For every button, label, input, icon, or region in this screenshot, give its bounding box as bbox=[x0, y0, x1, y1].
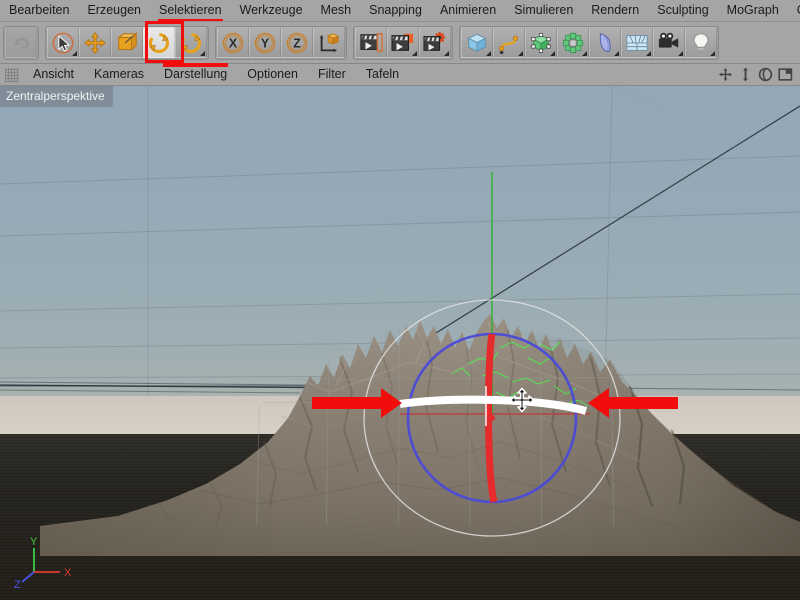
toolbar-button-scale[interactable] bbox=[111, 27, 143, 58]
toolbar-button-render-view[interactable] bbox=[355, 27, 387, 58]
menu-item-animieren[interactable]: Animieren bbox=[431, 0, 505, 21]
move-icon bbox=[83, 31, 107, 55]
toolbar-button-z-axis[interactable]: Z bbox=[281, 27, 313, 58]
axis-label-x: X bbox=[64, 567, 72, 579]
cinema4d-window: Bearbeiten Erzeugen Selektieren Werkzeuge Me… bbox=[0, 0, 800, 600]
perspective-viewport[interactable]: Zentralperspektive Y X Z bbox=[0, 86, 800, 600]
toolbar-group-render-tools bbox=[353, 25, 453, 60]
toolbar-group-axis-lock: X Y Z bbox=[215, 25, 347, 60]
menu-item-snapping[interactable]: Snapping bbox=[360, 0, 431, 21]
toolbar-button-camera[interactable] bbox=[653, 27, 685, 58]
toolbar-button-move[interactable] bbox=[79, 27, 111, 58]
submenu-triangle-icon[interactable] bbox=[646, 51, 651, 56]
viewport-menu-bar: Ansicht Kameras Darstellung Optionen Filter T… bbox=[0, 63, 800, 86]
menu-item-mesh[interactable]: Mesh bbox=[312, 0, 361, 21]
axis-label-y: Y bbox=[30, 536, 38, 548]
move-cursor-icon bbox=[509, 387, 535, 413]
toolbar-button-render-picture-viewer[interactable] bbox=[387, 27, 419, 58]
submenu-triangle-icon[interactable] bbox=[678, 51, 683, 56]
z-axis-icon: Z bbox=[285, 31, 309, 55]
submenu-triangle-icon[interactable] bbox=[486, 51, 491, 56]
toolbar-button-deformer[interactable] bbox=[589, 27, 621, 58]
viewport-control-icons bbox=[718, 67, 800, 82]
toolbar-button-select-arrow[interactable] bbox=[47, 27, 79, 58]
toolbar-button-render-settings[interactable] bbox=[419, 27, 451, 58]
gizmo-center-dot bbox=[489, 415, 495, 421]
toolbar-button-spline[interactable] bbox=[493, 27, 525, 58]
toolbar-button-undo bbox=[5, 27, 37, 58]
toolbar-button-environment[interactable] bbox=[621, 27, 653, 58]
submenu-triangle-icon[interactable] bbox=[444, 51, 449, 56]
pan-view-icon[interactable] bbox=[718, 67, 733, 82]
menu-item-simulieren[interactable]: Simulieren bbox=[505, 0, 582, 21]
submenu-triangle-icon[interactable] bbox=[550, 51, 555, 56]
toolbar-button-nurbs-generator[interactable] bbox=[525, 27, 557, 58]
toolbar-button-y-axis[interactable]: Y bbox=[249, 27, 281, 58]
submenu-triangle-icon[interactable] bbox=[710, 51, 715, 56]
terrain-landscape-object bbox=[40, 314, 800, 556]
menu-item-mograph[interactable]: MoGraph bbox=[718, 0, 788, 21]
menu-item-rendern[interactable]: Rendern bbox=[582, 0, 648, 21]
scale-icon bbox=[115, 31, 139, 55]
menu-item-werkzeuge[interactable]: Werkzeuge bbox=[231, 0, 312, 21]
submenu-triangle-icon[interactable] bbox=[614, 51, 619, 56]
toolbar-button-rotate-alt[interactable] bbox=[175, 27, 207, 58]
menu-item-erzeugen[interactable]: Erzeugen bbox=[78, 0, 150, 21]
toolbar-button-cube-primitive[interactable] bbox=[461, 27, 493, 58]
viewport-menu-kameras[interactable]: Kameras bbox=[84, 64, 154, 85]
toolbar-button-world-object-coords[interactable] bbox=[313, 27, 345, 58]
menu-item-selektieren[interactable]: Selektieren bbox=[150, 0, 231, 21]
menu-item-sculpting[interactable]: Sculpting bbox=[648, 0, 717, 21]
toolbar-button-array-generator[interactable] bbox=[557, 27, 589, 58]
svg-text:Z: Z bbox=[293, 36, 301, 50]
viewport-menu-darstellung[interactable]: Darstellung bbox=[154, 63, 237, 85]
toolbar-button-x-axis[interactable]: X bbox=[217, 27, 249, 58]
viewport-3d-content bbox=[0, 86, 800, 556]
submenu-triangle-icon[interactable] bbox=[518, 51, 523, 56]
viewport-menu-grip[interactable] bbox=[5, 67, 19, 82]
submenu-triangle-icon[interactable] bbox=[72, 51, 77, 56]
svg-text:Y: Y bbox=[261, 36, 270, 50]
toolbar-button-rotate[interactable] bbox=[143, 27, 175, 58]
toolbar-group-transform-tools bbox=[45, 25, 209, 60]
y-axis-icon: Y bbox=[253, 31, 277, 55]
world-object-coords-icon bbox=[317, 31, 341, 55]
toolbar-group-object-tools bbox=[459, 25, 719, 60]
viewport-menu-ansicht[interactable]: Ansicht bbox=[23, 64, 84, 85]
viewport-menu-filter[interactable]: Filter bbox=[308, 64, 356, 85]
menu-item-charakter[interactable]: Charakter bbox=[788, 0, 800, 21]
viewport-menu-optionen[interactable]: Optionen bbox=[237, 64, 308, 85]
viewport-camera-label: Zentralperspektive bbox=[0, 86, 113, 107]
world-axis-gizmo: Y X Z bbox=[8, 534, 88, 590]
render-view-icon bbox=[359, 31, 383, 55]
submenu-triangle-icon[interactable] bbox=[412, 51, 417, 56]
viewport-menu-tafeln[interactable]: Tafeln bbox=[356, 64, 409, 85]
submenu-triangle-icon[interactable] bbox=[582, 51, 587, 56]
svg-text:X: X bbox=[229, 36, 238, 50]
x-axis-icon: X bbox=[221, 31, 245, 55]
menu-item-bearbeiten[interactable]: Bearbeiten bbox=[0, 0, 78, 21]
rotate-view-icon[interactable] bbox=[758, 67, 773, 82]
dolly-view-icon[interactable] bbox=[738, 67, 753, 82]
main-menu-bar: Bearbeiten Erzeugen Selektieren Werkzeuge Me… bbox=[0, 0, 800, 22]
undo-icon bbox=[9, 31, 33, 55]
toolbar-group-undo-group bbox=[3, 25, 39, 60]
submenu-triangle-icon[interactable] bbox=[200, 51, 205, 56]
axis-label-z: Z bbox=[14, 579, 21, 590]
main-toolbar: X Y Z bbox=[0, 22, 800, 64]
rotate-icon bbox=[147, 31, 171, 55]
toolbar-button-light[interactable] bbox=[685, 27, 717, 58]
maximize-view-icon[interactable] bbox=[778, 67, 793, 82]
